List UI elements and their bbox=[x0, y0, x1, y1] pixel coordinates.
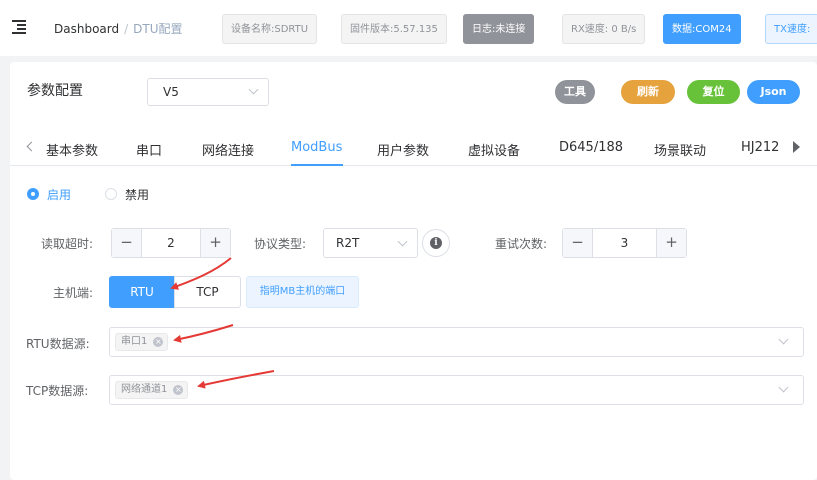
retry-count-decrement-button[interactable]: − bbox=[563, 229, 593, 257]
tcp-source-select[interactable]: 网络通道1 × bbox=[109, 375, 804, 405]
protocol-type-value: R2T bbox=[336, 236, 360, 250]
breadcrumb-separator: / bbox=[124, 22, 129, 36]
tcp-source-chip-label: 网络通道1 bbox=[121, 384, 168, 395]
chevron-down-icon bbox=[397, 236, 408, 247]
tab-basic-params[interactable]: 基本参数 bbox=[46, 140, 98, 159]
tcp-source-label: TCP数据源: bbox=[26, 384, 89, 398]
read-timeout-increment-button[interactable]: + bbox=[200, 229, 230, 257]
chevron-down-icon bbox=[248, 84, 259, 95]
tab-serial[interactable]: 串口 bbox=[136, 140, 162, 159]
tab-scroll-right-icon[interactable] bbox=[793, 141, 800, 153]
active-tab-indicator bbox=[291, 164, 343, 166]
breadcrumb-root[interactable]: Dashboard bbox=[54, 22, 119, 36]
radio-checked-icon bbox=[27, 188, 39, 200]
menu-toggle-icon[interactable] bbox=[12, 20, 26, 34]
rx-speed-tag: RX速度: 0 B/s bbox=[562, 14, 646, 44]
firmware-tag: 固件版本:5.57.135 bbox=[341, 14, 447, 44]
config-card: 参数配置 V5 工具 刷新 复位 Json 基本参数 串口 网络连接 ModBu… bbox=[10, 62, 817, 480]
rtu-source-label: RTU数据源: bbox=[26, 337, 90, 351]
protocol-info-button[interactable]: i bbox=[422, 229, 450, 257]
rtu-source-chip-label: 串口1 bbox=[121, 336, 148, 347]
tx-speed-tag: TX速度: bbox=[765, 14, 817, 44]
log-status-tag: 日志:未连接 bbox=[463, 14, 535, 44]
rtu-source-select[interactable]: 串口1 × bbox=[109, 327, 804, 357]
breadcrumb-current: DTU配置 bbox=[133, 22, 183, 36]
disable-radio-label: 禁用 bbox=[125, 188, 150, 202]
breadcrumb: Dashboard / DTU配置 bbox=[54, 20, 183, 37]
close-icon[interactable]: × bbox=[153, 337, 164, 347]
top-bar: Dashboard / DTU配置 设备名称:SDRTU 固件版本:5.57.135… bbox=[0, 0, 817, 56]
reset-button[interactable]: 复位 bbox=[687, 80, 740, 104]
enable-radio-label: 启用 bbox=[47, 188, 72, 202]
rtu-source-chip: 串口1 × bbox=[115, 333, 169, 351]
chevron-down-icon bbox=[778, 382, 789, 393]
protocol-type-label: 协议类型: bbox=[254, 237, 307, 251]
refresh-button[interactable]: 刷新 bbox=[621, 80, 675, 104]
read-timeout-input[interactable]: 2 bbox=[142, 236, 200, 250]
tab-user-params[interactable]: 用户参数 bbox=[377, 140, 429, 159]
json-button[interactable]: Json bbox=[747, 80, 800, 104]
close-icon[interactable]: × bbox=[173, 385, 184, 395]
protocol-type-select[interactable]: R2T bbox=[323, 228, 418, 258]
tab-scene[interactable]: 场景联动 bbox=[654, 140, 706, 159]
master-label: 主机端: bbox=[53, 286, 94, 300]
retry-count-label: 重试次数: bbox=[495, 237, 548, 251]
info-icon: i bbox=[430, 237, 442, 249]
data-port-tag: 数据:COM24 bbox=[663, 14, 741, 44]
tcp-source-chip: 网络通道1 × bbox=[115, 381, 189, 399]
tab-network[interactable]: 网络连接 bbox=[202, 140, 254, 159]
tab-scroll-left-icon[interactable] bbox=[26, 141, 37, 152]
radio-unchecked-icon bbox=[105, 188, 117, 200]
version-select-value: V5 bbox=[163, 85, 179, 99]
retry-count-increment-button[interactable]: + bbox=[656, 229, 686, 257]
retry-count-stepper: − 3 + bbox=[562, 228, 687, 258]
master-hint-tag: 指明MB主机的端口 bbox=[246, 276, 359, 308]
tab-d645[interactable]: D645/188 bbox=[559, 140, 623, 155]
chevron-down-icon bbox=[778, 334, 789, 345]
master-rtu-button[interactable]: RTU bbox=[109, 276, 175, 308]
tab-modbus[interactable]: ModBus bbox=[291, 140, 342, 155]
device-name-tag: 设备名称:SDRTU bbox=[222, 14, 318, 44]
tab-hj212[interactable]: HJ212 bbox=[741, 140, 779, 155]
read-timeout-stepper: − 2 + bbox=[111, 228, 231, 258]
read-timeout-decrement-button[interactable]: − bbox=[112, 229, 142, 257]
master-tcp-button[interactable]: TCP bbox=[174, 276, 241, 308]
read-timeout-label: 读取超时: bbox=[41, 237, 94, 251]
version-select[interactable]: V5 bbox=[147, 78, 269, 106]
card-title: 参数配置 bbox=[27, 83, 83, 99]
tabs-bar: 基本参数 串口 网络连接 ModBus 用户参数 虚拟设备 D645/188 场… bbox=[10, 128, 817, 166]
retry-count-input[interactable]: 3 bbox=[593, 236, 656, 250]
tools-button[interactable]: 工具 bbox=[555, 80, 595, 104]
tab-virtual-device[interactable]: 虚拟设备 bbox=[468, 140, 520, 159]
